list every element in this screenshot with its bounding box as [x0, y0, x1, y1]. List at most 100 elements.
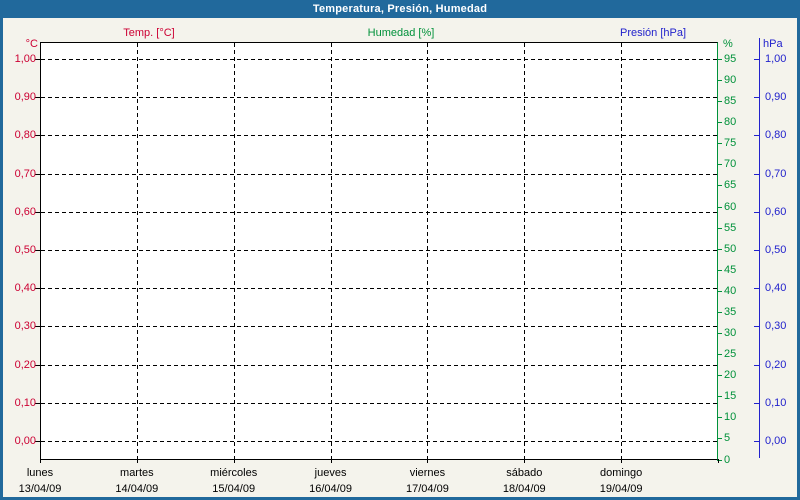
- x-axis-tick: [621, 459, 623, 463]
- pressure-axis-tick: [754, 326, 759, 328]
- temperature-tick-label: 0,10: [14, 396, 36, 409]
- pressure-axis-unit-label: hPa: [763, 38, 783, 50]
- vertical-gridline: [136, 43, 138, 459]
- pressure-axis-tick: [754, 288, 759, 290]
- horizontal-gridline: [41, 250, 717, 251]
- x-axis-tick: [718, 459, 719, 463]
- pressure-tick-label: 0,90: [765, 91, 787, 104]
- temperature-tick-label: 0,40: [14, 282, 36, 295]
- humidity-axis-tick: [717, 290, 722, 292]
- vertical-gridline: [427, 43, 429, 459]
- x-axis-date-label: 16/04/09: [309, 483, 352, 495]
- humidity-tick-label: 95: [724, 53, 737, 65]
- humidity-tick-label: 60: [724, 200, 737, 213]
- temperature-tick-label: 0,70: [14, 167, 36, 180]
- temperature-tick-label: 1,00: [14, 53, 36, 65]
- pressure-tick-label: 0,60: [765, 205, 787, 218]
- pressure-axis-tick: [754, 364, 759, 366]
- humidity-tick-label: 90: [724, 74, 737, 87]
- humidity-axis-tick: [717, 269, 722, 271]
- horizontal-gridline: [41, 326, 717, 328]
- vertical-gridline: [233, 43, 235, 459]
- x-axis-tick: [427, 459, 429, 463]
- humidity-tick-label: 55: [724, 221, 737, 234]
- horizontal-gridline: [41, 97, 717, 99]
- humidity-tick-label: 65: [724, 179, 737, 192]
- pressure-axis-tick: [754, 135, 759, 137]
- humidity-axis-tick: [717, 185, 722, 187]
- horizontal-gridline: [41, 173, 717, 175]
- humidity-axis-tick: [717, 80, 722, 82]
- x-axis-tick: [233, 459, 235, 463]
- humidity-axis-tick: [717, 396, 722, 398]
- x-axis-date-label: 13/04/09: [18, 483, 62, 495]
- legend-pressure: Presión [hPa]: [619, 27, 687, 39]
- pressure-axis-tick: [754, 250, 759, 251]
- x-axis-tick: [40, 459, 41, 463]
- humidity-tick-label: 40: [724, 284, 737, 297]
- humidity-tick-label: 30: [724, 327, 737, 340]
- humidity-tick-label: 45: [724, 263, 737, 276]
- pressure-tick-label: 0,50: [765, 244, 787, 256]
- x-axis-day-label: viernes: [409, 467, 446, 479]
- pressure-tick-label: 0,20: [765, 358, 787, 371]
- pressure-axis-tick: [754, 59, 759, 60]
- vertical-gridline: [524, 43, 526, 459]
- x-axis-tick: [524, 459, 526, 463]
- humidity-axis-tick: [717, 375, 722, 377]
- x-axis-day-label: jueves: [314, 467, 347, 479]
- x-axis-tick: [136, 459, 138, 463]
- temperature-axis-unit-label: °C: [25, 38, 38, 50]
- humidity-axis-tick: [717, 438, 722, 440]
- horizontal-gridline: [41, 402, 717, 404]
- pressure-axis-line: [759, 38, 760, 458]
- horizontal-gridline: [41, 59, 717, 60]
- temperature-tick-label: 0,90: [14, 91, 36, 104]
- x-axis-day-label: martes: [120, 467, 154, 479]
- humidity-axis-tick: [717, 333, 722, 335]
- window-titlebar[interactable]: Temperatura, Presión, Humedad: [0, 0, 800, 18]
- vertical-gridline: [621, 43, 623, 459]
- pressure-tick-label: 0,40: [765, 282, 787, 295]
- humidity-tick-label: 50: [724, 242, 737, 255]
- pressure-tick-label: 0,30: [765, 320, 787, 333]
- x-axis-date-label: 14/04/09: [115, 483, 159, 495]
- horizontal-gridline: [41, 211, 717, 213]
- humidity-tick-label: 85: [724, 95, 737, 108]
- humidity-axis-tick: [717, 354, 722, 356]
- chart-panel: Temp. [°C] Humedad [%] Presión [hPa] °C …: [3, 18, 797, 497]
- pressure-axis-tick: [754, 441, 759, 442]
- horizontal-gridline: [41, 288, 717, 290]
- x-axis-date-label: 17/04/09: [406, 483, 449, 495]
- pressure-tick-label: 0,00: [765, 435, 787, 447]
- vertical-gridline: [330, 43, 332, 459]
- humidity-tick-label: 35: [724, 305, 737, 318]
- pressure-tick-label: 0,80: [765, 129, 787, 142]
- x-axis-day-label: miércoles: [210, 467, 258, 479]
- horizontal-gridline: [41, 441, 717, 442]
- temperature-tick-label: 0,60: [14, 205, 36, 218]
- temperature-tick-label: 0,20: [14, 358, 36, 371]
- pressure-axis-tick: [754, 173, 759, 175]
- humidity-axis-tick: [717, 227, 722, 229]
- temperature-tick-label: 0,80: [14, 129, 36, 142]
- humidity-axis-tick: [717, 164, 722, 166]
- x-axis-date-label: 18/04/09: [502, 483, 546, 495]
- x-axis-day-label: sábado: [506, 467, 543, 479]
- humidity-tick-label: 75: [724, 137, 737, 150]
- humidity-axis-tick: [717, 206, 722, 208]
- x-axis-date-label: 19/04/09: [599, 483, 643, 495]
- x-axis-day-label: domingo: [600, 467, 643, 479]
- app-window: Temperatura, Presión, Humedad Temp. [°C]…: [0, 0, 800, 500]
- pressure-tick-label: 1,00: [765, 53, 787, 65]
- pressure-tick-label: 0,70: [765, 167, 787, 180]
- pressure-axis-tick: [754, 97, 759, 99]
- humidity-tick-label: 5: [724, 432, 731, 445]
- humidity-tick-label: 80: [724, 116, 737, 129]
- humidity-axis-tick: [717, 417, 722, 419]
- window-title: Temperatura, Presión, Humedad: [312, 3, 488, 15]
- temperature-tick-label: 0,50: [14, 244, 36, 256]
- temperature-tick-label: 0,30: [14, 320, 36, 333]
- humidity-tick-label: 15: [724, 390, 737, 403]
- humidity-tick-label: 70: [724, 158, 737, 171]
